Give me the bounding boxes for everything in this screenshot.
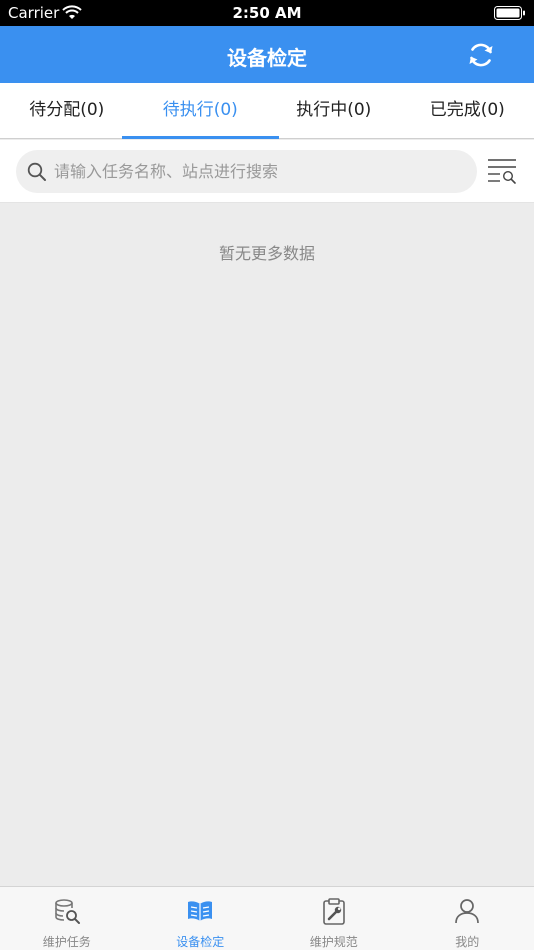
user-icon xyxy=(455,899,480,924)
tab-completed[interactable]: 已完成(0) xyxy=(401,83,534,139)
status-bar: Carrier 2:50 AM xyxy=(0,0,534,26)
active-tab-indicator xyxy=(121,136,279,139)
tabbar-label: 维护任务 xyxy=(42,935,91,949)
tabbar-item-equipment-verification[interactable]: 设备检定 xyxy=(134,887,268,950)
status-time: 2:50 AM xyxy=(232,4,302,22)
tab-label: 执行中(0) xyxy=(296,100,372,120)
navigation-bar: 设备检定 xyxy=(0,26,534,83)
tab-label: 待执行(0) xyxy=(162,100,238,120)
filter-list-icon[interactable] xyxy=(487,157,517,185)
search-input[interactable] xyxy=(54,150,464,193)
tab-in-progress[interactable]: 执行中(0) xyxy=(267,83,401,139)
tabbar-label: 维护规范 xyxy=(309,935,358,949)
bottom-tab-bar: 维护任务 设备检定 维护规范 我的 xyxy=(0,886,534,950)
search-box[interactable] xyxy=(16,150,477,193)
search-area xyxy=(0,140,534,203)
open-book-icon xyxy=(188,901,213,921)
search-icon xyxy=(27,162,46,181)
battery-icon xyxy=(494,6,525,20)
empty-state-message: 暂无更多数据 xyxy=(218,244,315,263)
page-title: 设备检定 xyxy=(227,46,307,70)
refresh-icon[interactable] xyxy=(466,40,496,70)
tab-label: 待分配(0) xyxy=(29,100,105,120)
tabbar-label: 设备检定 xyxy=(176,935,225,949)
status-tabs: 待分配(0) 待执行(0) 执行中(0) 已完成(0) xyxy=(0,83,534,139)
database-search-icon xyxy=(54,899,80,924)
tab-pending-assignment[interactable]: 待分配(0) xyxy=(0,83,134,139)
tabbar-item-maintenance-specs[interactable]: 维护规范 xyxy=(267,887,401,950)
tab-pending-execution[interactable]: 待执行(0) xyxy=(121,83,279,139)
tab-label: 已完成(0) xyxy=(429,100,505,120)
tabbar-item-maintenance-tasks[interactable]: 维护任务 xyxy=(0,887,134,950)
tabbar-item-mine[interactable]: 我的 xyxy=(401,887,534,950)
clipboard-wrench-icon xyxy=(322,898,345,925)
tabbar-label: 我的 xyxy=(455,935,480,949)
